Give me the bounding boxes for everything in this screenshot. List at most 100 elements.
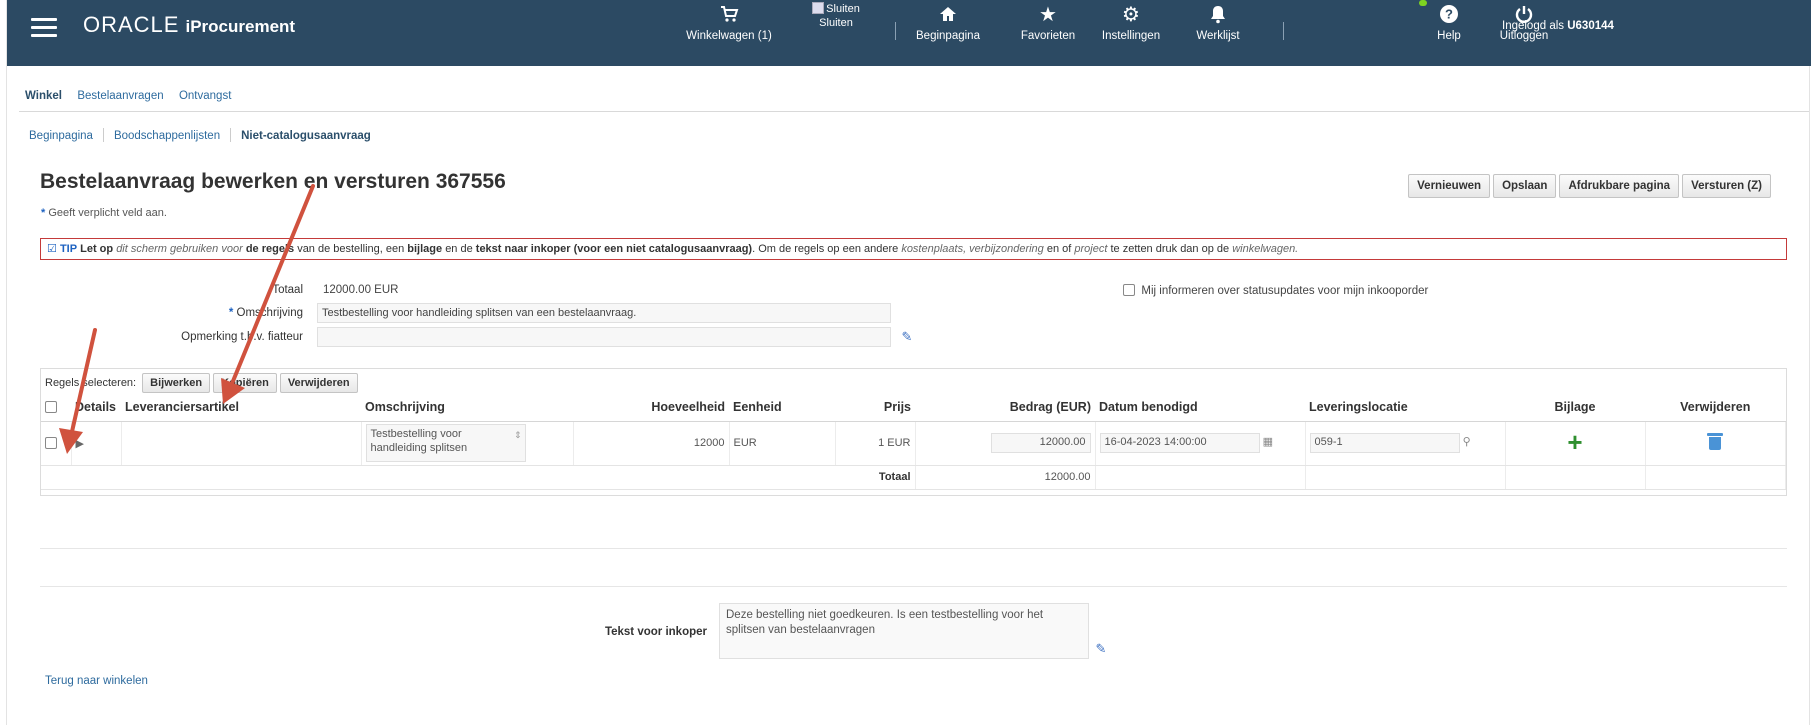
col-details: Details: [71, 393, 121, 422]
page-actions: Vernieuwen Opslaan Afdrukbare pagina Verstu…: [1405, 174, 1771, 198]
brand-name: ORACLE: [83, 12, 180, 37]
expand-triangle-icon[interactable]: ▶: [76, 438, 84, 450]
printable-page-button[interactable]: Afdrukbare pagina: [1559, 174, 1680, 198]
location-field[interactable]: 059-1: [1309, 433, 1460, 453]
required-field-note: * Geeft verplicht veld aan.: [41, 207, 167, 219]
tip-box: ☑ TIP Let op dit scherm gebruiken voor d…: [40, 238, 1787, 260]
trash-icon[interactable]: [1707, 433, 1724, 450]
date-needed-field[interactable]: 16-04-2023 14:00:00: [1099, 433, 1260, 453]
notify-checkbox[interactable]: [1123, 284, 1135, 296]
select-all-checkbox[interactable]: [45, 400, 57, 413]
tip-text: . Om de regels op een andere: [752, 243, 899, 255]
notify-option[interactable]: Mij informeren over statusupdates voor m…: [1123, 284, 1428, 297]
page-title: Bestelaanvraag bewerken en versturen 367…: [40, 170, 506, 193]
description-field[interactable]: Testbestelling voor handleiding splitsen…: [317, 303, 891, 323]
save-button[interactable]: Opslaan: [1493, 174, 1557, 198]
approver-note-field[interactable]: [317, 327, 891, 347]
tip-text: te zetten druk dan op de: [1110, 243, 1230, 255]
favorites-label: Favorieten: [1020, 30, 1076, 42]
sub-navigation: Beginpagina Boodschappenlijsten Niet-catal…: [29, 128, 371, 142]
col-description: Omschrijving: [361, 393, 573, 422]
close-link[interactable]: Sluiten Sluiten: [801, 2, 871, 30]
table-header-row: Details Leveranciersartikel Omschrijving…: [41, 393, 1786, 422]
logout-link[interactable]: Uitloggen: [1489, 0, 1559, 66]
attachment-cell: +: [1505, 421, 1646, 466]
col-location: Leveringslocatie: [1305, 393, 1505, 422]
page: ORACLE iProcurement Winkelwagen (1) Sluit…: [6, 0, 1811, 725]
star-icon: ★: [1039, 4, 1057, 26]
total-label: Totaal: [272, 284, 303, 296]
tip-text: project: [1074, 243, 1108, 255]
home-icon: [903, 4, 993, 26]
update-button[interactable]: Bijwerken: [142, 373, 211, 393]
lines-total-label: Totaal: [835, 465, 916, 490]
description-label-wrap: * Omschrijving: [147, 307, 303, 319]
spellcheck-icon[interactable]: ✎: [897, 329, 917, 345]
help-icon: ?: [1429, 4, 1469, 26]
select-lines-label: Regels selecteren:: [45, 377, 137, 389]
main-tabs: Winkel Bestelaanvragen Ontvangst: [19, 80, 1809, 112]
home-link[interactable]: Beginpagina: [903, 0, 993, 66]
subnav-niet-catalogusaanvraag[interactable]: Niet-catalogusaanvraag: [241, 130, 371, 142]
line-description-text: Testbestelling voor handleiding splitsen: [370, 428, 468, 454]
tab-bestelaanvragen[interactable]: Bestelaanvragen: [71, 80, 169, 108]
total-empty: [1305, 465, 1506, 490]
bell-icon: [1183, 4, 1253, 26]
header-divider: [1283, 22, 1284, 40]
col-supplier-item: Leveranciersartikel: [121, 393, 361, 422]
subnav-beginpagina[interactable]: Beginpagina: [29, 130, 93, 142]
tab-winkel[interactable]: Winkel: [19, 80, 68, 108]
logout-label: Uitloggen: [1499, 30, 1549, 42]
quantity-cell: 12000: [573, 421, 730, 466]
add-attachment-icon[interactable]: +: [1567, 427, 1582, 457]
tab-ontvangst[interactable]: Ontvangst: [173, 80, 237, 108]
tip-text: Let op: [80, 243, 114, 255]
subnav-divider: [230, 128, 232, 142]
col-amount: Bedrag (EUR): [915, 393, 1095, 422]
settings-link[interactable]: ⚙ Instellingen: [1093, 0, 1169, 66]
total-value: 12000.00 EUR: [323, 284, 399, 296]
tip-text: bijlage: [407, 243, 443, 255]
tip-label: TIP: [59, 243, 78, 255]
tip-text: de regels: [245, 243, 295, 255]
worklist-label: Werklijst: [1196, 30, 1240, 42]
total-spacer: [41, 465, 835, 490]
buyer-note-text: Deze bestelling niet goedkeuren. Is een …: [726, 609, 1044, 636]
copy-button[interactable]: Kopiëren: [213, 373, 277, 393]
menu-icon[interactable]: [31, 18, 57, 38]
power-icon: [1489, 4, 1559, 26]
search-icon[interactable]: ⚲: [1463, 436, 1471, 448]
help-label: Help: [1437, 30, 1461, 42]
refresh-button[interactable]: Vernieuwen: [1408, 174, 1491, 198]
amount-field[interactable]: 12000.00: [990, 433, 1091, 453]
cart-label: Winkelwagen (1): [686, 30, 772, 42]
select-all-header: [41, 393, 71, 422]
subnav-boodschappenlijsten[interactable]: Boodschappenlijsten: [114, 130, 220, 142]
back-to-shopping-link[interactable]: Terug naar winkelen: [45, 675, 148, 687]
col-date-needed: Datum benodigd: [1095, 393, 1305, 422]
price-cell: 1 EUR: [835, 421, 916, 466]
delete-lines-button[interactable]: Verwijderen: [279, 373, 358, 393]
help-link[interactable]: ? Help: [1429, 0, 1469, 66]
line-description-field[interactable]: Testbestelling voor handleiding splitsen…: [365, 424, 526, 462]
broken-image-icon: [812, 2, 825, 14]
tip-text: winkelwagen.: [1232, 243, 1299, 255]
cart-link[interactable]: Winkelwagen (1): [679, 0, 779, 66]
spellcheck-icon[interactable]: ✎: [1091, 641, 1111, 657]
worklist-link[interactable]: Werklijst: [1183, 0, 1253, 66]
resize-handle-icon: ⇕: [513, 430, 522, 440]
favorites-link[interactable]: ★ Favorieten: [1003, 0, 1093, 66]
buyer-note-field[interactable]: Deze bestelling niet goedkeuren. Is een …: [719, 603, 1089, 659]
approver-note-label: Opmerking t.b.v. fiatteur: [181, 331, 303, 343]
tip-text: dit scherm gebruiken voor: [116, 243, 243, 255]
total-empty: [1505, 465, 1646, 490]
global-header: ORACLE iProcurement Winkelwagen (1) Sluit…: [7, 0, 1811, 66]
calendar-icon[interactable]: ▦: [1263, 436, 1273, 448]
row-select-cell: [41, 421, 72, 466]
description-label: Omschrijving: [236, 307, 303, 319]
subnav-divider: [102, 128, 104, 142]
submit-button[interactable]: Versturen (Z): [1682, 174, 1771, 198]
close-label: Sluiten: [819, 17, 853, 29]
col-price: Prijs: [835, 393, 915, 422]
row-checkbox[interactable]: [45, 436, 57, 449]
